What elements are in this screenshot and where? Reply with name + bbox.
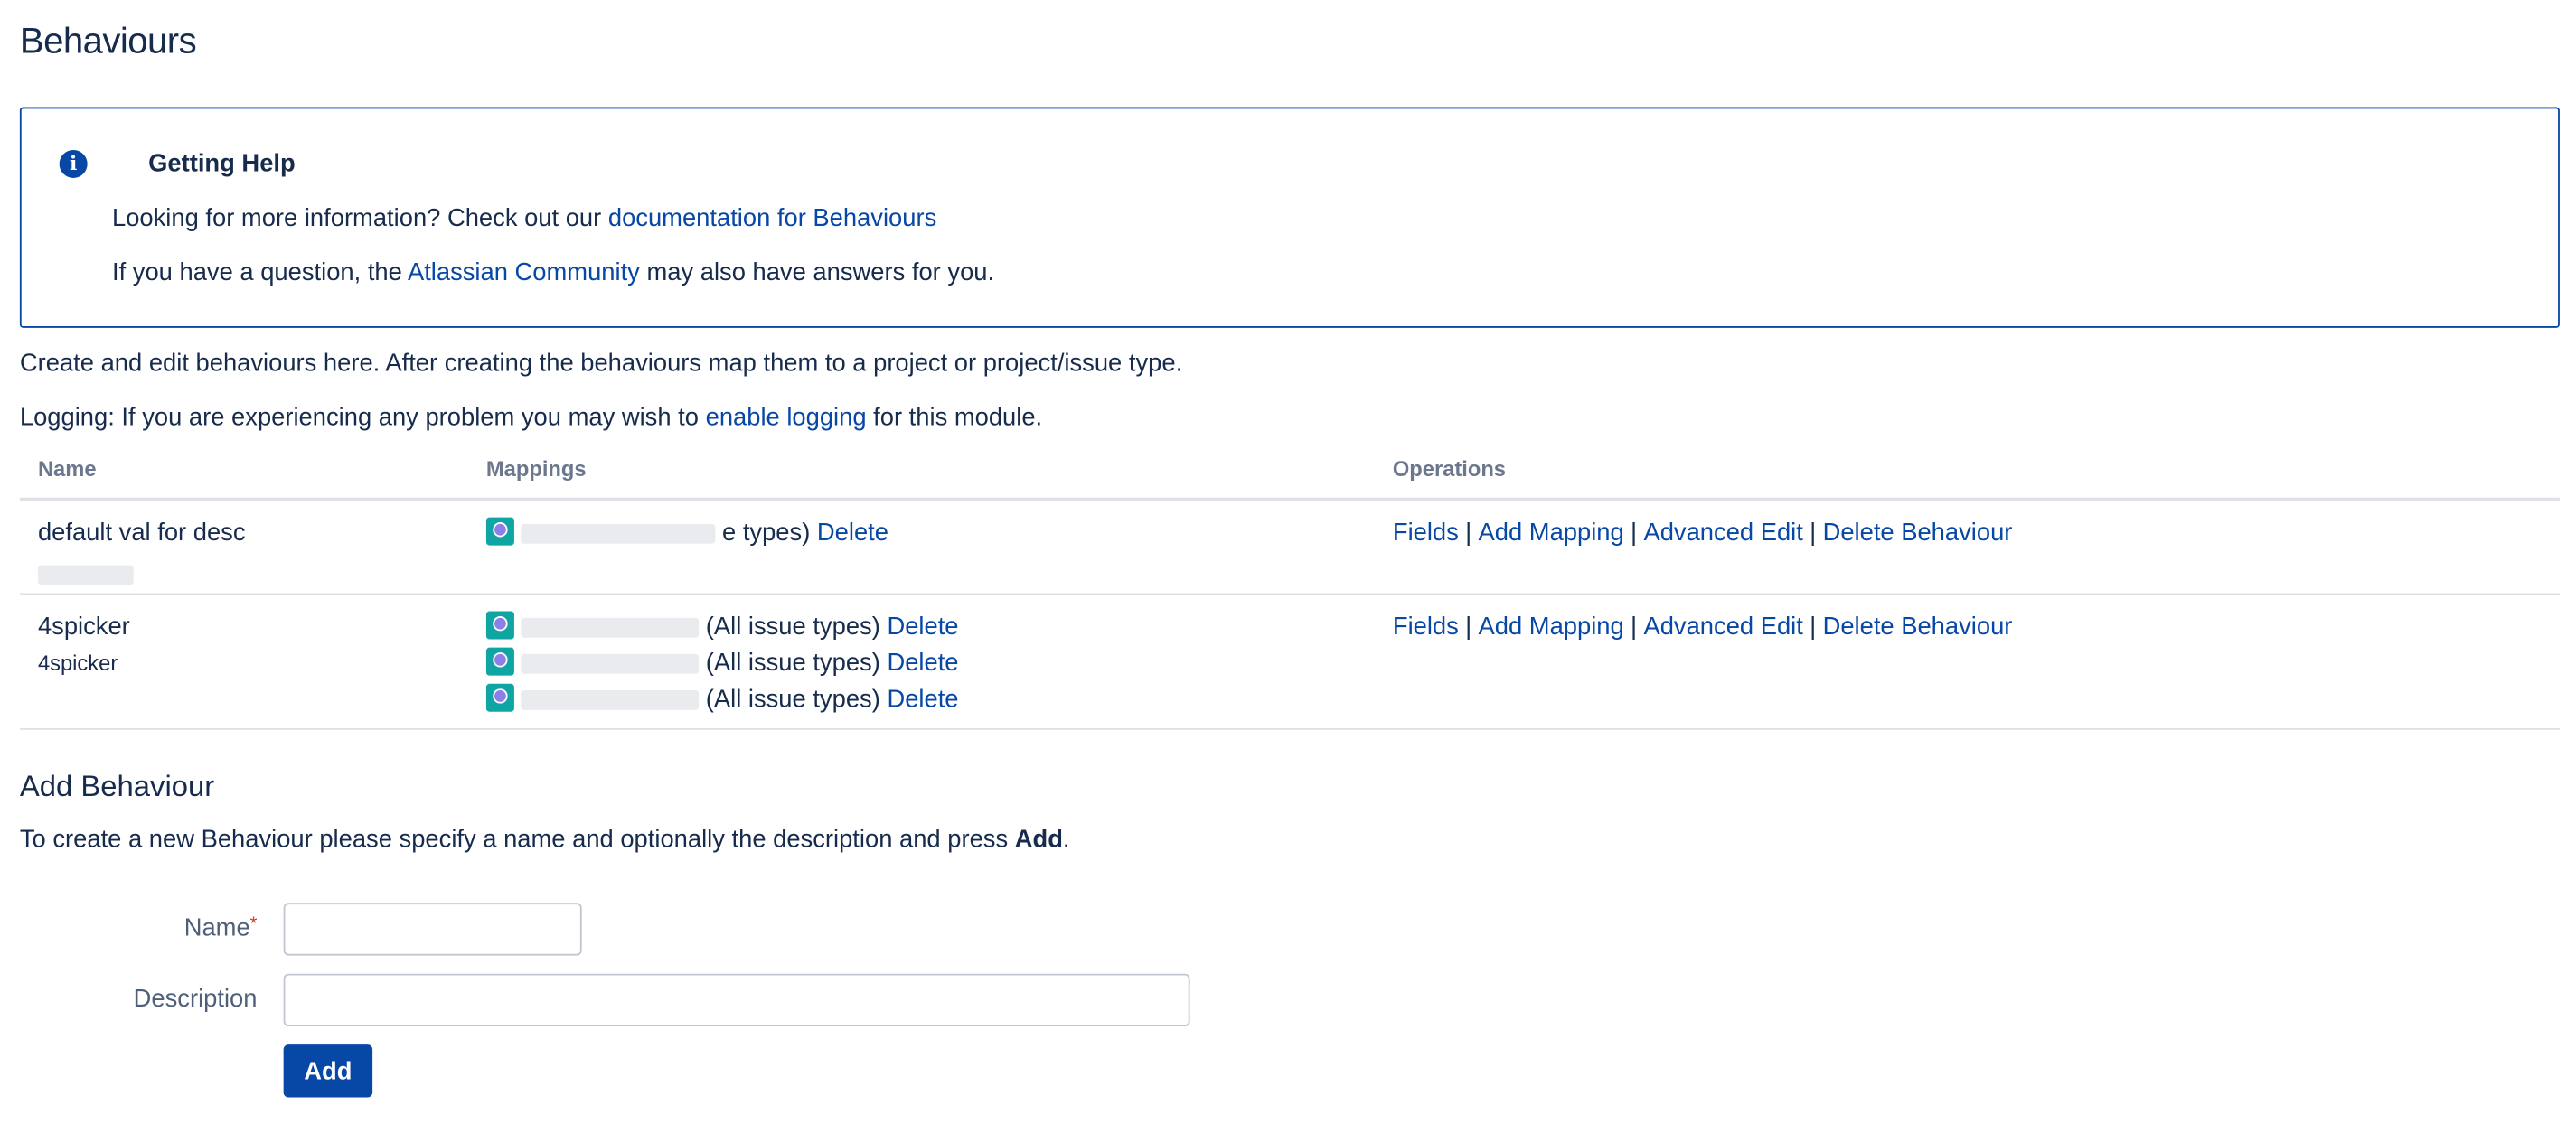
mapping-item: (All issue types) Delete (485, 646, 959, 682)
add-desc-bold: Add (1014, 825, 1063, 854)
mapping-scope: (All issue types) (705, 649, 880, 678)
logging-text-post: for this module. (866, 403, 1043, 432)
help-line-docs-text: Looking for more information? Check out … (111, 204, 608, 233)
behaviours-page: Behaviours i Getting Help Looking for mo… (0, 0, 2576, 1133)
description-label: Description (133, 985, 258, 1014)
delete-mapping-link[interactable]: Delete (887, 613, 958, 641)
behaviour-name: default val for desc (37, 519, 246, 548)
intro-text: Create and edit behaviours here. After c… (19, 349, 1183, 378)
operations: Fields | Add Mapping | Advanced Edit | Delete … (1392, 613, 2013, 641)
add-mapping-link[interactable]: Add Mapping (1479, 519, 1624, 547)
project-avatar-icon (485, 517, 514, 546)
help-line-community-pre: If you have a question, the (111, 258, 408, 287)
description-input[interactable] (283, 973, 1190, 1027)
fields-link[interactable]: Fields (1393, 519, 1459, 547)
delete-mapping-link[interactable]: Delete (887, 686, 958, 714)
header-mappings: Mappings (485, 456, 587, 482)
getting-help-panel: i Getting Help Looking for more informat… (19, 107, 2560, 328)
help-line-community: If you have a question, the Atlassian Co… (112, 258, 994, 286)
add-desc-post: . (1062, 825, 1070, 854)
delete-mapping-link[interactable]: Delete (887, 649, 958, 677)
header-name: Name (37, 456, 97, 482)
project-avatar-icon (485, 683, 514, 712)
required-marker: * (249, 914, 258, 934)
help-line-docs: Looking for more information? Check out … (112, 204, 936, 232)
project-avatar-icon (485, 647, 514, 676)
mapping-item: (All issue types) Delete (485, 610, 959, 646)
behaviour-description: 4spicker (37, 651, 118, 676)
table-header: Name Mappings Operations (19, 448, 2560, 501)
help-line-community-post: may also have answers for you. (639, 258, 995, 287)
header-operations: Operations (1392, 456, 1506, 482)
help-title: Getting Help (148, 149, 296, 178)
operations: Fields | Add Mapping | Advanced Edit | Delete … (1392, 519, 2013, 548)
enable-logging-link[interactable]: enable logging (706, 404, 867, 432)
logging-text-pre: Logging: If you are experiencing any pro… (19, 403, 706, 432)
name-label: Name* (183, 914, 258, 943)
mapping-scope: (All issue types) (705, 613, 880, 641)
delete-behaviour-link[interactable]: Delete Behaviour (1823, 613, 2013, 641)
behaviour-name: 4spicker (37, 613, 130, 641)
fields-link[interactable]: Fields (1393, 613, 1459, 641)
delete-mapping-link[interactable]: Delete (817, 519, 888, 547)
name-input[interactable] (283, 903, 582, 956)
add-button[interactable]: Add (283, 1044, 373, 1098)
advanced-edit-link[interactable]: Advanced Edit (1643, 613, 1802, 641)
add-mapping-link[interactable]: Add Mapping (1479, 613, 1624, 641)
table-row: 4spicker 4spicker (All issue types) Dele… (19, 595, 2560, 730)
page-title: Behaviours (19, 19, 197, 61)
info-icon: i (59, 149, 88, 178)
add-behaviour-title: Add Behaviour (19, 769, 215, 803)
mapping-item: (All issue types) Delete (485, 682, 959, 718)
table-row: default val for desc e types) Delete Fie… (19, 501, 2560, 595)
logging-text: Logging: If you are experiencing any pro… (20, 404, 1042, 432)
documentation-link[interactable]: documentation for Behaviours (608, 204, 936, 232)
atlassian-community-link[interactable]: Atlassian Community (408, 258, 640, 286)
add-desc-pre: To create a new Behaviour please specify… (19, 825, 1015, 854)
behaviours-table: Name Mappings Operations default val for… (19, 448, 2560, 730)
mapping-item: e types) Delete (485, 516, 888, 552)
add-behaviour-description: To create a new Behaviour please specify… (20, 826, 1070, 854)
advanced-edit-link[interactable]: Advanced Edit (1643, 519, 1802, 547)
mapping-scope: e types) (722, 519, 811, 548)
behaviour-description (37, 556, 134, 592)
project-avatar-icon (485, 611, 514, 640)
delete-behaviour-link[interactable]: Delete Behaviour (1823, 519, 2013, 547)
mapping-scope: (All issue types) (705, 685, 880, 714)
